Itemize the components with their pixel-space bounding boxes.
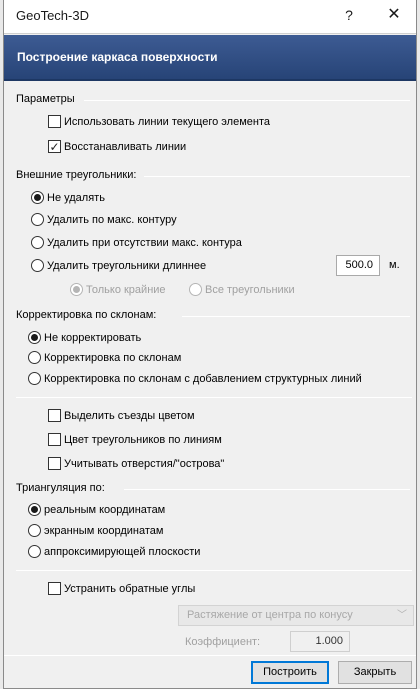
checkbox-box[interactable] [48,457,61,470]
radio-button[interactable] [28,503,41,516]
build-button[interactable]: Построить [251,661,329,684]
separator [16,570,412,571]
slope-group-line [182,316,410,317]
triang-screen-radio[interactable]: экранным координатам [28,524,163,537]
outer-no-delete-radio[interactable]: Не удалять [31,191,105,204]
consider-holes-checkbox[interactable]: Учитывать отверстия/"острова" [48,457,224,470]
slope-option-label: Корректировка по склонам с добавлением с… [44,372,362,385]
outer-max-contour-radio[interactable]: Удалить по макс. контуру [31,213,177,226]
outer-group-label: Внешние треугольники: [16,169,141,181]
radio-button[interactable] [28,545,41,558]
dialog-heading: Построение каркаса поверхности [17,50,218,64]
checkbox-box[interactable] [48,115,61,128]
edge-only-radio[interactable]: Только крайние [70,283,166,296]
help-button[interactable]: ? [337,7,361,27]
params-group-line [84,100,410,101]
slope-structural-radio[interactable]: Корректировка по склонам с добавлением с… [28,372,362,385]
triangle-color-checkbox[interactable]: Цвет треугольников по линиям [48,433,222,446]
sub-option-label: Все треугольники [205,283,295,296]
reverse-angles-checkbox[interactable]: Устранить обратные углы [48,582,195,595]
triangulation-group-label: Триангуляция по: [16,482,109,494]
length-input[interactable]: 500.0 [336,255,380,276]
slope-correct-radio[interactable]: Корректировка по склонам [28,351,181,364]
restore-lines-label: Восстанавливать линии [64,140,187,153]
window-title: GeoTech-3D [16,8,89,23]
params-group-label: Параметры [16,93,79,105]
separator [4,655,416,656]
radio-button[interactable] [28,524,41,537]
consider-holes-label: Учитывать отверстия/"острова" [64,457,225,470]
radio-button[interactable] [31,259,44,272]
slope-option-label: Не корректировать [44,331,142,344]
checkmark-icon: ✓ [49,139,60,154]
slope-group-label: Корректировка по склонам: [16,309,161,321]
radio-button[interactable] [28,372,41,385]
use-lines-label: Использовать линии текущего элемента [64,115,270,128]
triang-option-label: аппроксимирующей плоскости [44,545,201,558]
coef-label: Коэффициент: [185,636,261,648]
outer-option-label: Не удалять [47,191,105,204]
slope-none-radio[interactable]: Не корректировать [28,331,141,344]
outer-no-contour-radio[interactable]: Удалить при отсутствии макс. контура [31,236,242,249]
checkbox-box[interactable] [48,582,61,595]
reverse-angles-label: Устранить обратные углы [64,582,196,595]
triang-real-radio[interactable]: реальным координатам [28,503,165,516]
dialog-window: GeoTech-3D ? ✕ Построение каркаса поверх… [3,0,417,689]
highlight-exits-checkbox[interactable]: Выделить съезды цветом [48,409,195,422]
triangle-color-label: Цвет треугольников по линиям [64,433,222,446]
checkbox-box[interactable]: ✓ [48,140,61,153]
radio-button[interactable] [31,191,44,204]
length-unit: м. [389,259,400,271]
separator [16,397,412,398]
method-select[interactable]: Растяжение от центра по конусу ﹀ [178,605,414,626]
slope-option-label: Корректировка по склонам [44,351,182,364]
use-lines-checkbox[interactable]: Использовать линии текущего элемента [48,115,270,128]
triang-option-label: экранным координатам [44,524,164,537]
title-bar: GeoTech-3D ? ✕ [4,0,416,34]
outer-option-label: Удалить по макс. контуру [47,213,177,226]
radio-button[interactable] [28,331,41,344]
outer-longer-radio[interactable]: Удалить треугольники длиннее [31,259,206,272]
restore-lines-checkbox[interactable]: ✓ Восстанавливать линии [48,140,186,153]
radio-button[interactable] [28,351,41,364]
triangulation-group-line [124,489,410,490]
coef-input[interactable]: 1.000 [290,631,350,652]
close-button[interactable]: Закрыть [338,661,412,684]
radio-button[interactable] [189,283,202,296]
checkbox-box[interactable] [48,433,61,446]
method-select-value: Растяжение от центра по конусу [187,609,353,621]
triang-plane-radio[interactable]: аппроксимирующей плоскости [28,545,200,558]
sub-option-label: Только крайние [86,283,166,296]
dialog-header: Построение каркаса поверхности [4,35,416,81]
chevron-down-icon: ﹀ [397,610,407,621]
radio-button[interactable] [70,283,83,296]
outer-option-label: Удалить при отсутствии макс. контура [47,236,242,249]
checkbox-box[interactable] [48,409,61,422]
close-window-button[interactable]: ✕ [379,4,409,28]
outer-group-line [144,176,410,177]
radio-button[interactable] [31,213,44,226]
radio-button[interactable] [31,236,44,249]
highlight-exits-label: Выделить съезды цветом [64,409,195,422]
outer-option-label: Удалить треугольники длиннее [47,259,207,272]
all-triangles-radio[interactable]: Все треугольники [189,283,295,296]
triang-option-label: реальным координатам [44,503,166,516]
